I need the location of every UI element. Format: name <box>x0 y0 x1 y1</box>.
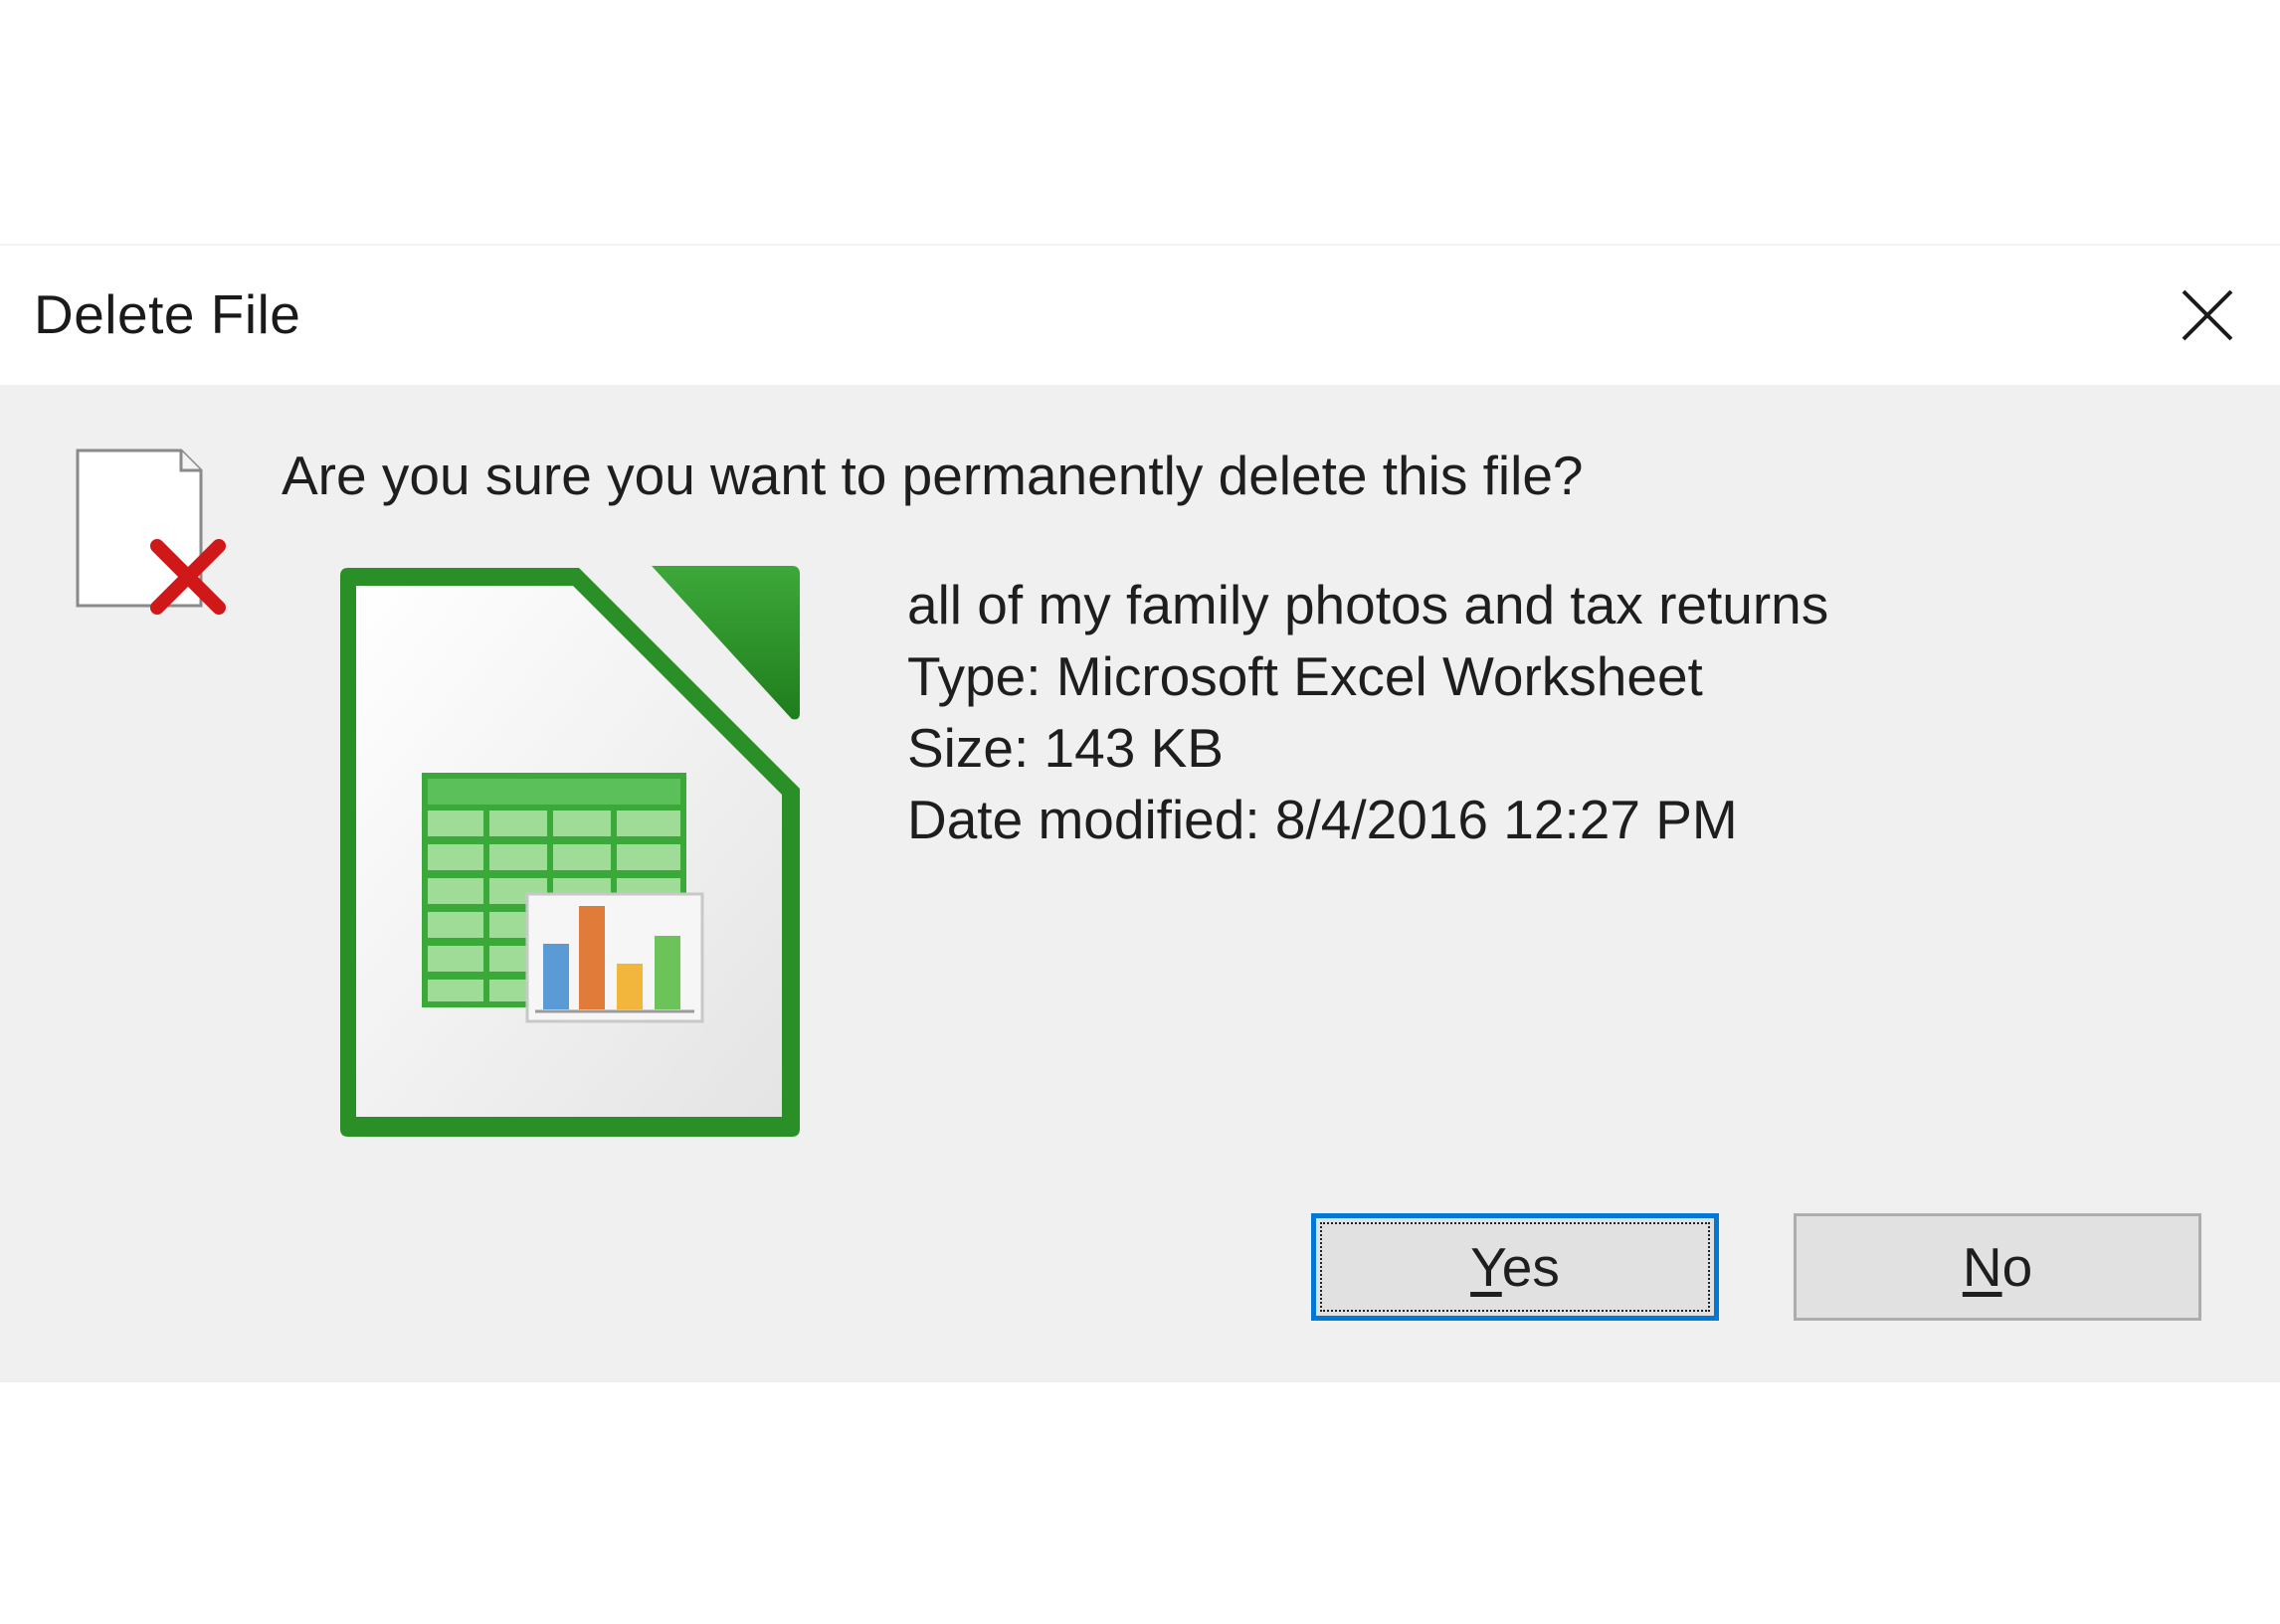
no-accelerator: N <box>1962 1236 2002 1298</box>
screen: Delete File Are you sure you want to per… <box>0 0 2280 1624</box>
focus-ring <box>1320 1222 1710 1312</box>
no-label-rest: o <box>2001 1236 2033 1298</box>
file-size: Size: 143 KB <box>907 717 1224 779</box>
close-icon <box>2182 289 2233 341</box>
file-type: Type: Microsoft Excel Worksheet <box>907 645 1703 707</box>
close-button[interactable] <box>2163 271 2252 360</box>
file-details: all of my family photos and tax returns … <box>907 569 1828 855</box>
yes-button[interactable]: Yes <box>1311 1213 1719 1321</box>
confirmation-question: Are you sure you want to permanently del… <box>282 445 1584 506</box>
file-date-modified: Date modified: 8/4/2016 12:27 PM <box>907 789 1738 850</box>
delete-file-dialog: Delete File Are you sure you want to per… <box>0 244 2280 1382</box>
dialog-title: Delete File <box>34 283 301 345</box>
spreadsheet-file-icon <box>340 566 800 1137</box>
title-bar: Delete File <box>0 246 2280 385</box>
no-button-label: No <box>1963 1235 2032 1299</box>
no-button[interactable]: No <box>1794 1213 2201 1321</box>
delete-file-warning-icon <box>76 449 226 615</box>
file-name: all of my family photos and tax returns <box>907 574 1829 635</box>
